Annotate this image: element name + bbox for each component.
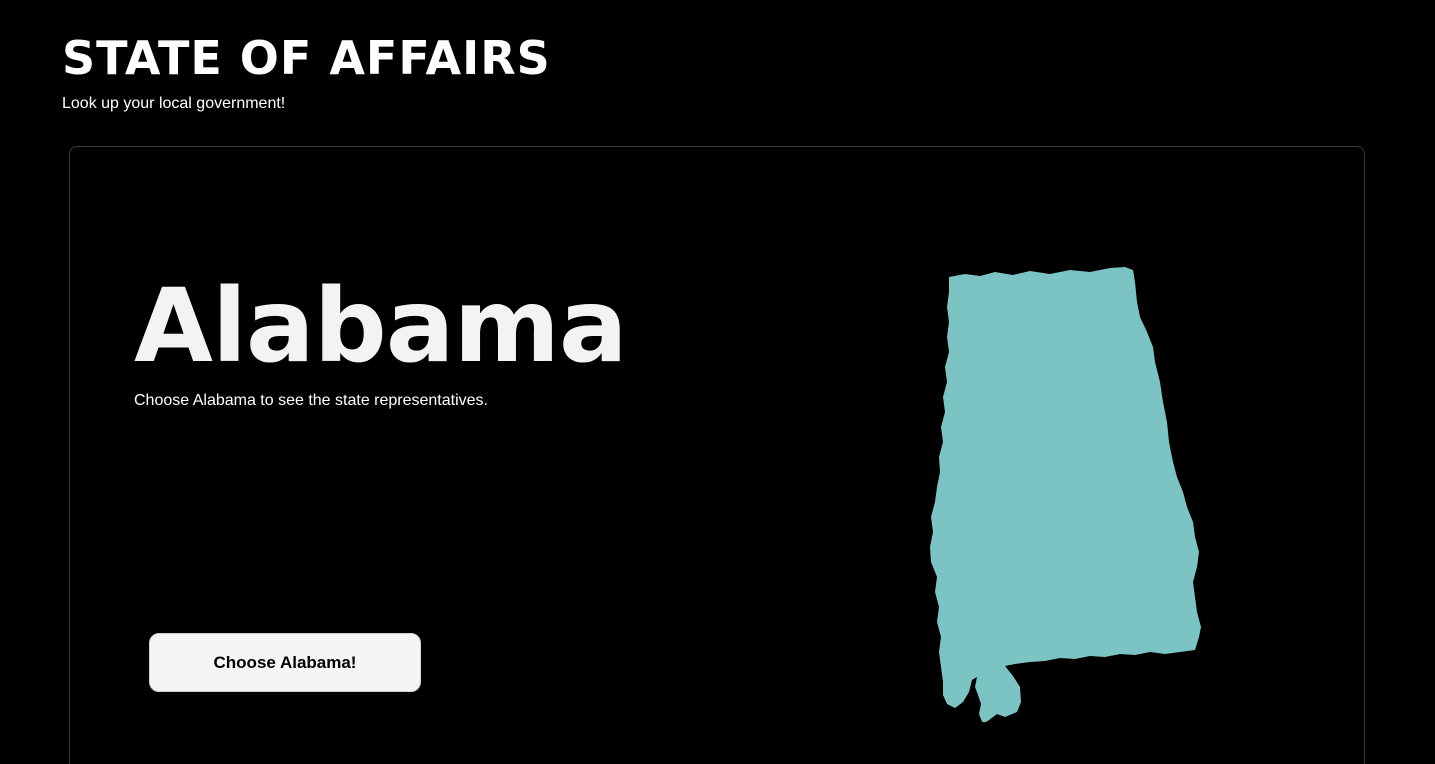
site-title: STATE OF AFFAIRS [62, 31, 551, 85]
page: STATE OF AFFAIRS Look up your local gove… [0, 0, 1435, 764]
choose-state-button[interactable]: Choose Alabama! [149, 633, 421, 692]
state-description: Choose Alabama to see the state represen… [134, 392, 488, 409]
state-shape [930, 267, 1201, 722]
state-card: Alabama Choose Alabama to see the state … [69, 146, 1365, 764]
site-subtitle: Look up your local government! [62, 95, 286, 112]
alabama-map-icon [930, 267, 1201, 722]
state-name-heading: Alabama [134, 267, 628, 386]
